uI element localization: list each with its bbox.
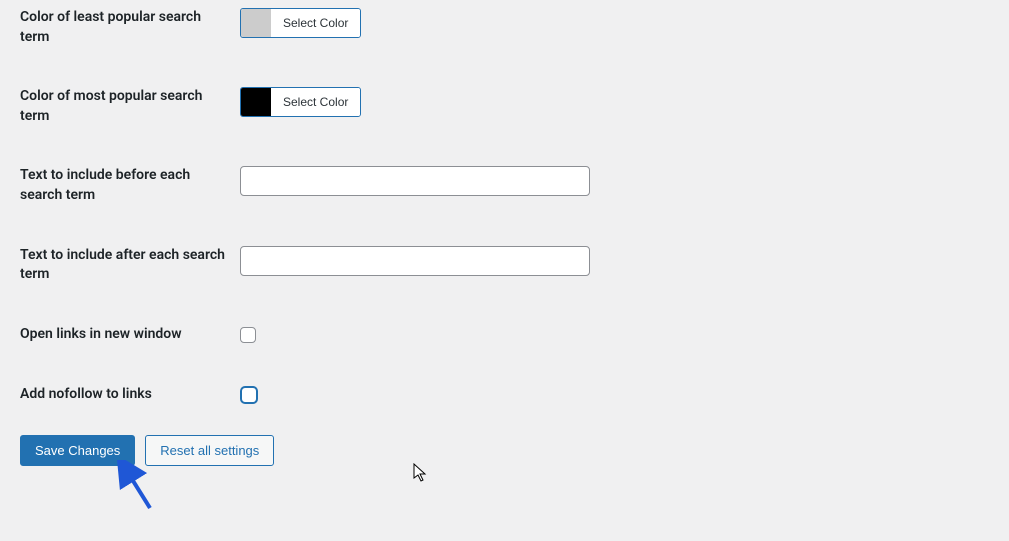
select-color-least-button[interactable]: Select Color [271, 9, 360, 37]
label-color-most: Color of most popular search term [20, 87, 240, 126]
field-text-after [240, 246, 1009, 276]
row-open-new-window: Open links in new window [0, 315, 1009, 355]
color-swatch-most [241, 88, 271, 116]
row-add-nofollow: Add nofollow to links [0, 375, 1009, 415]
row-color-least: Color of least popular search term Selec… [0, 0, 1009, 57]
color-picker-least[interactable]: Select Color [240, 8, 361, 38]
add-nofollow-checkbox[interactable] [240, 386, 258, 404]
save-changes-button[interactable]: Save Changes [20, 435, 135, 466]
field-color-least: Select Color [240, 8, 1009, 41]
arrow-annotation-icon [115, 460, 165, 515]
reset-settings-button[interactable]: Reset all settings [145, 435, 274, 466]
row-text-after: Text to include after each search term [0, 236, 1009, 295]
field-add-nofollow [240, 385, 1009, 405]
color-swatch-least [241, 9, 271, 37]
color-picker-most[interactable]: Select Color [240, 87, 361, 117]
field-open-new-window [240, 325, 1009, 345]
settings-form: Color of least popular search term Selec… [0, 0, 1009, 466]
label-color-least: Color of least popular search term [20, 8, 240, 47]
field-color-most: Select Color [240, 87, 1009, 120]
form-buttons: Save Changes Reset all settings [0, 435, 1009, 466]
text-after-input[interactable] [240, 246, 590, 276]
label-text-after: Text to include after each search term [20, 246, 240, 285]
label-text-before: Text to include before each search term [20, 166, 240, 205]
select-color-most-button[interactable]: Select Color [271, 88, 360, 116]
text-before-input[interactable] [240, 166, 590, 196]
label-add-nofollow: Add nofollow to links [20, 385, 240, 405]
open-new-window-checkbox[interactable] [240, 327, 256, 343]
cursor-icon [413, 463, 429, 483]
label-open-new-window: Open links in new window [20, 325, 240, 345]
field-text-before [240, 166, 1009, 196]
row-text-before: Text to include before each search term [0, 156, 1009, 215]
row-color-most: Color of most popular search term Select… [0, 77, 1009, 136]
